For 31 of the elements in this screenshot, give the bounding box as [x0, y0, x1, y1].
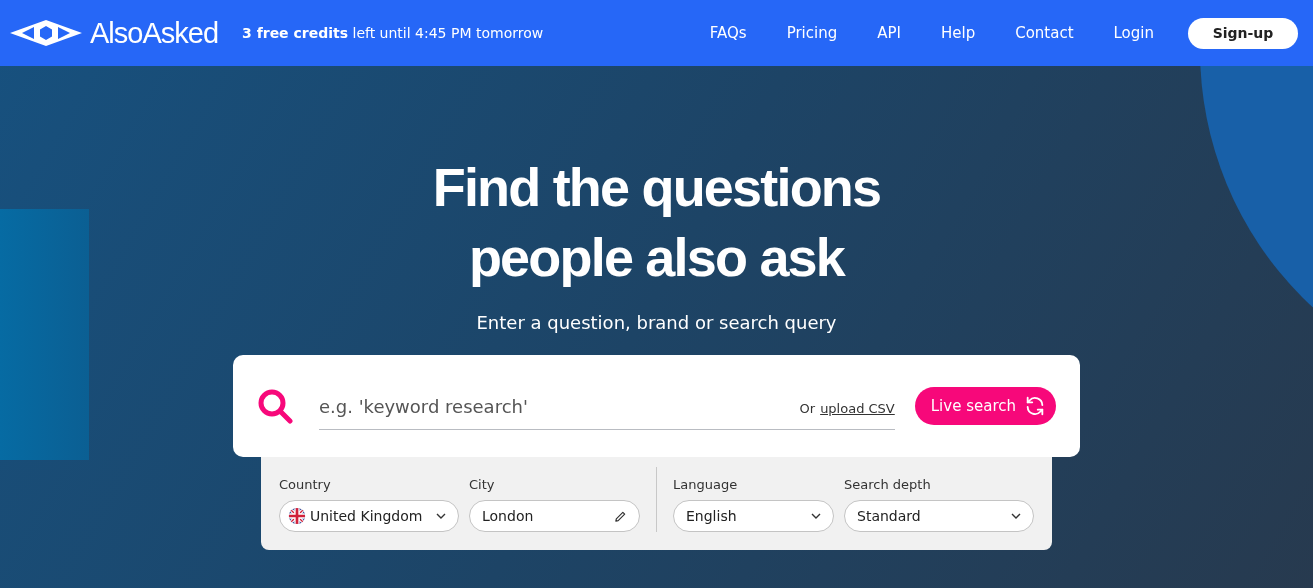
field-label: City: [469, 477, 496, 492]
logo-icon: [10, 20, 82, 46]
field-label: Search depth: [844, 477, 932, 492]
search-icon: [257, 388, 293, 424]
hero-heading: Find the questions: [432, 156, 881, 219]
logo-text[interactable]: AlsoAsked: [90, 16, 218, 50]
chevron-icon: [436, 513, 446, 519]
field-label: Country: [279, 477, 332, 492]
chevron-icon: [1011, 513, 1021, 519]
chevron-icon: [811, 513, 821, 519]
nav-link[interactable]: FAQs: [689, 24, 767, 42]
flag-icon: [288, 507, 306, 525]
dropdown-select[interactable]: Standard: [844, 500, 1034, 532]
nav-link[interactable]: Contact: [995, 24, 1094, 42]
nav-link[interactable]: Help: [920, 24, 996, 42]
live-search-button[interactable]: Live search: [914, 387, 1056, 425]
nav-link[interactable]: API: [857, 24, 921, 42]
hero-subtitle: Enter a question, brand or search query: [476, 312, 837, 333]
nav-link[interactable]: Login: [1093, 24, 1174, 42]
refresh-icon: [1024, 395, 1046, 417]
nav-link[interactable]: Pricing: [766, 24, 858, 42]
city-input[interactable]: London: [469, 500, 640, 532]
pencil-icon: [614, 509, 627, 523]
dropdown-select[interactable]: English: [673, 500, 834, 532]
credits-notice: 3 free credits left until 4:45 PM tomorrow: [242, 25, 544, 41]
hero-heading: people also ask: [468, 226, 845, 289]
upload-csv-link[interactable]: upload CSV: [820, 401, 895, 416]
upload-prefix: Or: [799, 401, 816, 416]
field-label: Language: [673, 477, 739, 492]
signup-button[interactable]: Sign-up: [1188, 17, 1298, 49]
country-select[interactable]: United Kingdom: [279, 500, 459, 532]
